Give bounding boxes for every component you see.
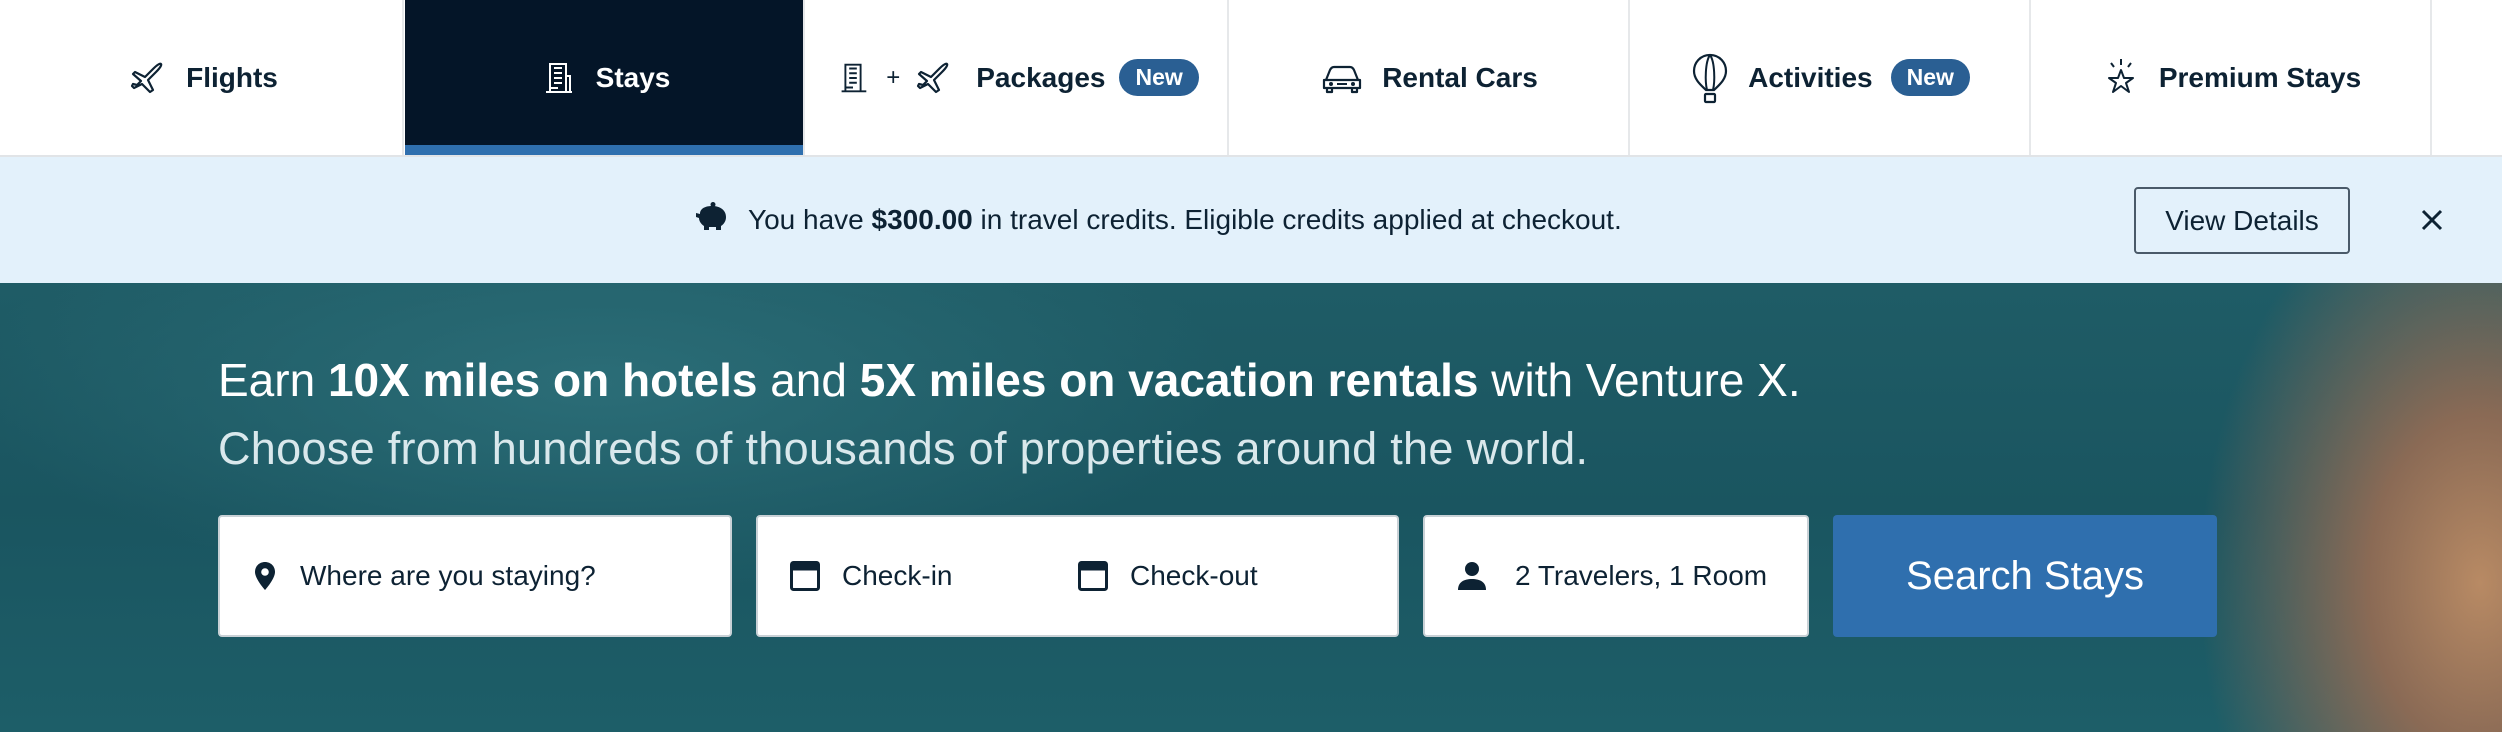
credits-suffix: in travel credits. Eligible credits appl… xyxy=(980,204,1622,235)
tab-flights[interactable]: Flights xyxy=(4,0,404,155)
location-pin-icon xyxy=(254,561,276,591)
headline-part: Earn xyxy=(218,354,316,406)
calendar-icon xyxy=(1078,561,1108,591)
plus-sign: + xyxy=(886,63,901,91)
new-badge: New xyxy=(1890,59,1970,96)
airplane-icon xyxy=(914,58,954,98)
view-details-button[interactable]: View Details xyxy=(2134,187,2350,254)
travelers-selector[interactable]: 2 Travelers, 1 Room xyxy=(1423,515,1809,637)
travelers-value: 2 Travelers, 1 Room xyxy=(1515,560,1768,591)
checkout-placeholder: Check-out xyxy=(1130,560,1258,591)
headline-highlight: 10X miles on hotels xyxy=(327,354,758,406)
credits-message: You have $300.00 in travel credits. Elig… xyxy=(694,157,1622,283)
tab-premium-stays[interactable]: Premium Stays xyxy=(2032,0,2432,155)
product-tabs: Flights Stays + Packages New Rental Cars… xyxy=(0,0,2502,157)
new-badge: New xyxy=(1119,59,1199,96)
checkout-field[interactable]: Check-out xyxy=(1078,517,1258,635)
tab-label: Stays xyxy=(595,61,671,93)
credits-amount: $300.00 xyxy=(871,204,973,235)
tab-label: Rental Cars xyxy=(1382,61,1538,93)
active-tab-indicator xyxy=(405,145,803,155)
headline-part: with Venture X. xyxy=(1491,354,1801,406)
sparkle-star-icon xyxy=(2101,56,2141,100)
tab-label: Packages xyxy=(976,61,1106,93)
calendar-icon xyxy=(790,561,820,591)
car-icon xyxy=(1320,60,1364,96)
hotel-icon xyxy=(834,58,872,98)
hotel-icon xyxy=(538,58,578,98)
tab-stays[interactable]: Stays xyxy=(405,0,805,155)
search-stays-button[interactable]: Search Stays xyxy=(1833,515,2217,637)
person-icon xyxy=(1457,561,1487,591)
hero-section: Earn 10X miles on hotels and 5X miles on… xyxy=(0,283,2502,732)
tab-label: Activities xyxy=(1748,61,1873,93)
tab-rental-cars[interactable]: Rental Cars xyxy=(1230,0,1630,155)
tab-packages[interactable]: + Packages New xyxy=(806,0,1229,155)
credits-prefix: You have xyxy=(748,204,864,235)
date-range-input[interactable]: Check-in Check-out xyxy=(756,515,1399,637)
credits-text: You have $300.00 in travel credits. Elig… xyxy=(748,204,1622,236)
balloon-icon xyxy=(1690,52,1730,104)
close-icon[interactable] xyxy=(2414,202,2450,238)
headline-part: and xyxy=(770,354,847,406)
travel-credits-banner: You have $300.00 in travel credits. Elig… xyxy=(0,157,2502,283)
hero-headline: Earn 10X miles on hotels and 5X miles on… xyxy=(218,353,1801,407)
destination-placeholder: Where are you staying? xyxy=(300,560,596,591)
tab-label: Premium Stays xyxy=(2158,61,2362,93)
destination-input[interactable]: Where are you staying? xyxy=(218,515,732,637)
airplane-icon xyxy=(128,58,168,98)
checkin-placeholder: Check-in xyxy=(842,560,953,591)
tab-activities[interactable]: Activities New xyxy=(1631,0,2031,155)
tab-label: Flights xyxy=(186,61,278,93)
checkin-field[interactable]: Check-in xyxy=(790,517,952,635)
piggy-bank-icon xyxy=(694,201,730,239)
hero-subheadline: Choose from hundreds of thousands of pro… xyxy=(218,423,1589,474)
headline-highlight: 5X miles on vacation rentals xyxy=(859,354,1479,406)
